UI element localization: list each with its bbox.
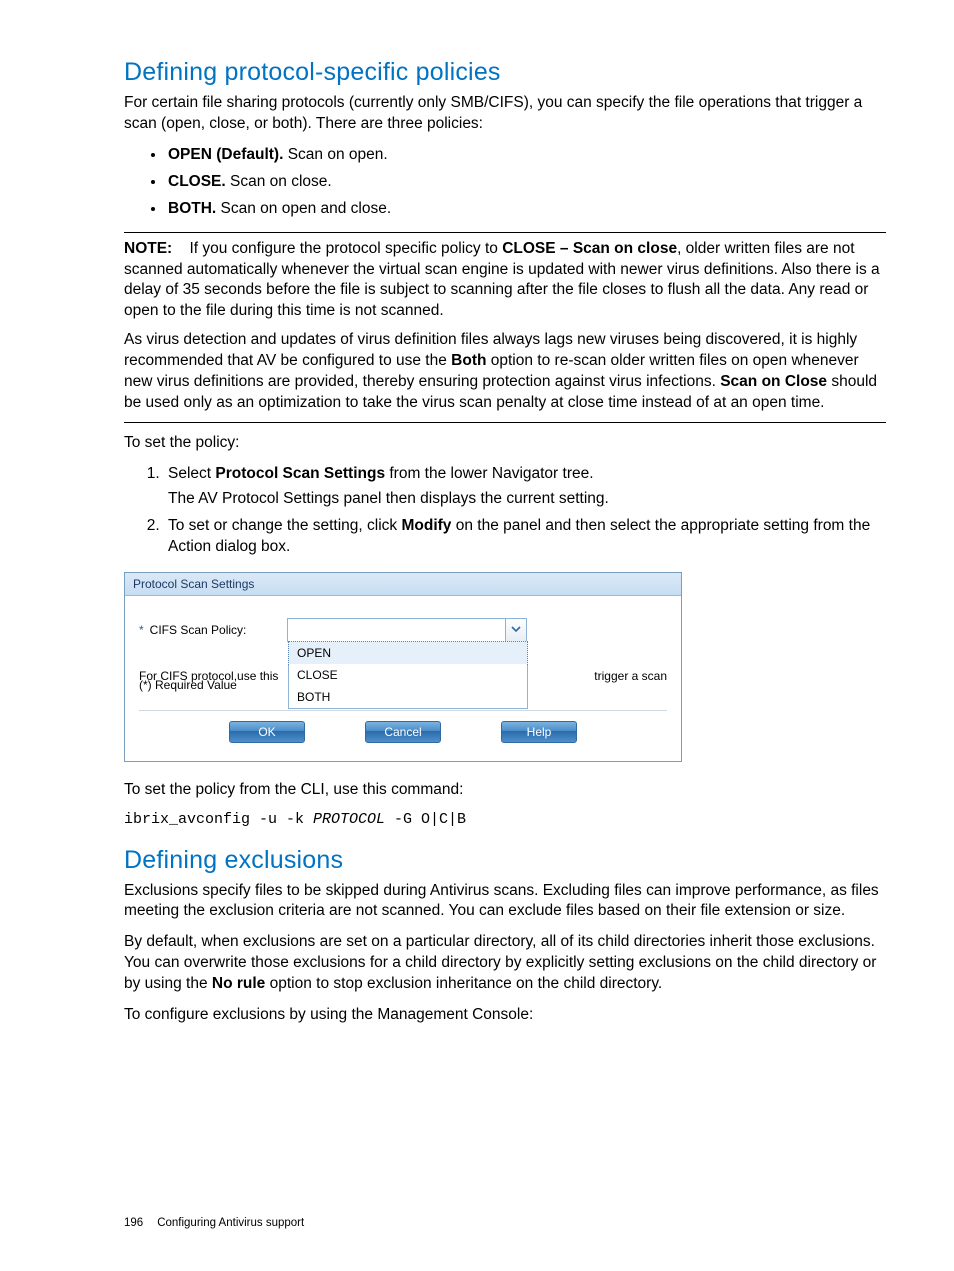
cli-intro: To set the policy from the CLI, use this… bbox=[124, 780, 886, 801]
note-paragraph-1: NOTE: If you configure the protocol spec… bbox=[124, 239, 886, 323]
exclusions-p2: By default, when exclusions are set on a… bbox=[124, 932, 886, 995]
note-block: NOTE: If you configure the protocol spec… bbox=[124, 232, 886, 423]
protocol-scan-settings-dialog: Protocol Scan Settings For CIFS protocol… bbox=[124, 572, 682, 762]
cifs-scan-policy-label: *CIFS Scan Policy: bbox=[139, 623, 287, 637]
to-set-policy-label: To set the policy: bbox=[124, 433, 886, 454]
cli-command: ibrix_avconfig -u -k PROTOCOL -G O|C|B bbox=[124, 811, 886, 828]
step-item: Select Protocol Scan Settings from the l… bbox=[164, 464, 886, 510]
section-heading-protocol-policies: Defining protocol-specific policies bbox=[124, 58, 886, 87]
dropdown-option-close[interactable]: CLOSE bbox=[289, 664, 527, 686]
exclusions-p1: Exclusions specify files to be skipped d… bbox=[124, 881, 886, 923]
policy-list: OPEN (Default). Scan on open. CLOSE. Sca… bbox=[124, 145, 886, 220]
cifs-scan-policy-input[interactable] bbox=[288, 619, 505, 641]
chevron-down-icon bbox=[511, 623, 521, 637]
list-item: BOTH. Scan on open and close. bbox=[166, 199, 886, 220]
dropdown-option-both[interactable]: BOTH bbox=[289, 686, 527, 708]
dropdown-option-open[interactable]: OPEN bbox=[288, 641, 528, 665]
note-label: NOTE: bbox=[124, 240, 172, 257]
page-footer: 196 Configuring Antivirus support bbox=[124, 1217, 304, 1229]
dialog-title: Protocol Scan Settings bbox=[125, 573, 681, 596]
list-item: CLOSE. Scan on close. bbox=[166, 172, 886, 193]
dialog-divider bbox=[139, 710, 667, 711]
steps-list: Select Protocol Scan Settings from the l… bbox=[124, 464, 886, 558]
section-heading-exclusions: Defining exclusions bbox=[124, 846, 886, 875]
step-item: To set or change the setting, click Modi… bbox=[164, 516, 886, 558]
required-asterisk-icon: * bbox=[139, 623, 144, 637]
help-button[interactable]: Help bbox=[501, 721, 577, 743]
note-paragraph-2: As virus detection and updates of virus … bbox=[124, 330, 886, 414]
combo-dropdown-button[interactable] bbox=[505, 619, 526, 641]
step-subtext: The AV Protocol Settings panel then disp… bbox=[168, 489, 886, 510]
cifs-scan-policy-dropdown: OPEN CLOSE BOTH bbox=[288, 641, 528, 709]
list-item: OPEN (Default). Scan on open. bbox=[166, 145, 886, 166]
chapter-name: Configuring Antivirus support bbox=[157, 1217, 304, 1229]
exclusions-p3: To configure exclusions by using the Man… bbox=[124, 1005, 886, 1026]
intro-paragraph: For certain file sharing protocols (curr… bbox=[124, 93, 886, 135]
ok-button[interactable]: OK bbox=[229, 721, 305, 743]
cifs-scan-policy-combo[interactable]: OPEN CLOSE BOTH bbox=[287, 618, 527, 642]
page-number: 196 bbox=[124, 1217, 143, 1229]
cancel-button[interactable]: Cancel bbox=[365, 721, 441, 743]
